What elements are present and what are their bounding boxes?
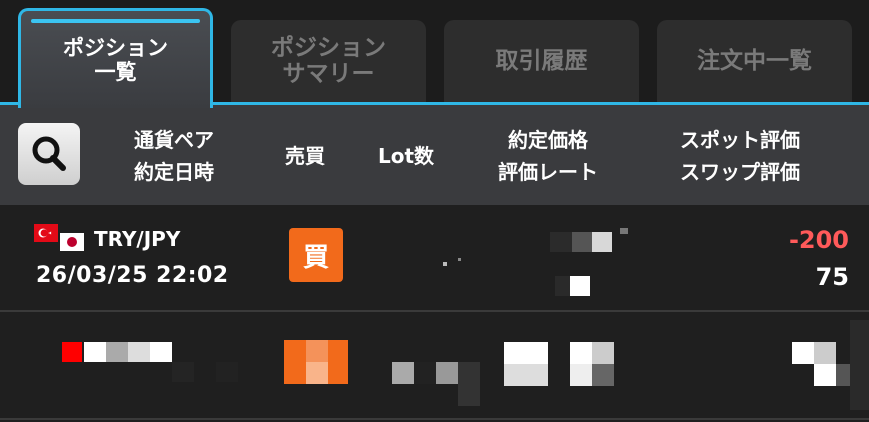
header-currency-col[interactable]: 通貨ペア 約定日時 xyxy=(118,124,230,188)
magnifier-icon xyxy=(32,136,66,171)
redacted-date-b xyxy=(216,362,238,382)
tab-open-orders-label: 注文中一覧 xyxy=(697,48,812,74)
redacted-price-a xyxy=(550,232,572,252)
search-button[interactable] xyxy=(18,123,80,185)
redacted-side-b xyxy=(306,340,328,362)
redacted-pair-b xyxy=(106,342,128,362)
tab-position-summary-label: ポジション サマリー xyxy=(271,35,386,87)
redacted-side-c xyxy=(306,362,328,384)
buy-badge: 買 xyxy=(289,228,343,282)
redacted-lot-2 xyxy=(458,258,461,261)
redacted-pair-d xyxy=(150,342,172,362)
redacted-rate2-a xyxy=(570,342,592,364)
header-swap-valuation: スワップ評価 xyxy=(680,160,800,184)
redacted-rate-2 xyxy=(555,276,570,296)
redacted-pair-c xyxy=(128,342,150,362)
redacted-side-a xyxy=(284,340,306,384)
tab-trade-history-label: 取引履歴 xyxy=(495,48,588,74)
redacted-date-a xyxy=(172,362,194,382)
redacted-val-c xyxy=(814,364,836,386)
row-contract-datetime: 26/03/25 22:02 xyxy=(36,263,229,288)
redacted-lot xyxy=(443,262,447,266)
position-row[interactable] xyxy=(0,205,869,310)
redacted-price2-b xyxy=(504,364,548,386)
redacted-lot-b xyxy=(414,362,436,384)
redacted-val-b xyxy=(814,342,836,364)
row-swap-pnl: 75 xyxy=(815,263,849,291)
row-spot-pnl: -200 xyxy=(788,226,849,254)
header-valuation-col[interactable]: スポット評価 スワップ評価 xyxy=(660,124,820,188)
redacted-lot-a xyxy=(392,362,414,384)
redacted-rate2-b xyxy=(592,342,614,364)
redacted-rate2-c xyxy=(570,364,592,386)
header-lot: Lot数 xyxy=(377,144,435,168)
redacted-flag xyxy=(62,342,82,362)
header-contract-price: 約定価格 xyxy=(508,128,588,152)
redacted-lot-d xyxy=(458,362,480,406)
tab-position-list[interactable]: ポジション 一覧 xyxy=(18,8,213,108)
redacted-rate xyxy=(570,276,590,296)
redacted-pair-a xyxy=(84,342,106,362)
redacted-price-d xyxy=(620,228,628,234)
tab-position-summary[interactable]: ポジション サマリー xyxy=(231,20,426,102)
row-currency-pair: TRY/JPY xyxy=(94,227,181,251)
tab-open-orders[interactable]: 注文中一覧 xyxy=(657,20,852,102)
redacted-val-a xyxy=(792,342,814,364)
tab-trade-history[interactable]: 取引履歴 xyxy=(444,20,639,102)
redacted-rate2-d xyxy=(592,364,614,386)
header-spot-valuation: スポット評価 xyxy=(680,128,800,152)
redacted-lot-c xyxy=(436,362,458,384)
header-side-col[interactable]: 売買 xyxy=(272,140,338,172)
header-price-col[interactable]: 約定価格 評価レート xyxy=(478,124,618,188)
header-valuation-rate: 評価レート xyxy=(498,160,598,184)
tab-bar: ポジション 一覧 ポジション サマリー 取引履歴 注文中一覧 xyxy=(0,0,869,108)
row-divider-bottom xyxy=(0,418,869,420)
turkey-flag-icon xyxy=(34,224,58,242)
redacted-price-c xyxy=(592,232,612,252)
japan-flag-icon xyxy=(60,233,84,251)
redacted-val-e xyxy=(850,320,869,410)
header-contract-datetime: 約定日時 xyxy=(134,160,214,184)
header-currency-pair: 通貨ペア xyxy=(134,128,214,152)
tab-position-list-label: ポジション 一覧 xyxy=(63,35,168,84)
header-lot-col[interactable]: Lot数 xyxy=(368,140,444,172)
header-side: 売買 xyxy=(285,144,325,168)
redacted-price-b xyxy=(572,232,592,252)
redacted-price2-a xyxy=(504,342,548,364)
redacted-side-d xyxy=(328,340,348,384)
